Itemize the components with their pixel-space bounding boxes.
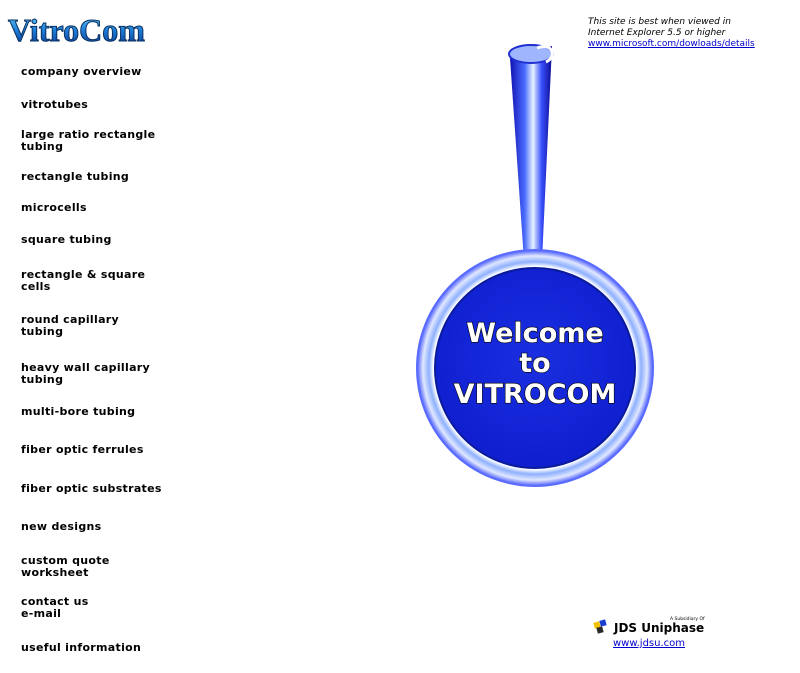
- welcome-line-1: Welcome: [466, 318, 603, 349]
- jdsu-name: JDS Uniphase: [613, 621, 704, 635]
- nav-label: square tubing: [21, 233, 112, 246]
- nav-label-2: tubing: [21, 373, 64, 386]
- notice-line-1: This site is best when viewed in: [588, 17, 731, 27]
- welcome-line-3: VITROCOM: [454, 379, 617, 410]
- jdsu-link[interactable]: www.jdsu.com: [613, 638, 685, 649]
- welcome-graphic: Welcome to VITROCOM: [412, 36, 662, 496]
- nav-rectangle-tubing[interactable]: rectangle tubing: [21, 171, 129, 183]
- nav-label-2: tubing: [21, 140, 64, 153]
- nav-label-2: worksheet: [21, 566, 89, 579]
- logo-text: VitroCom: [8, 12, 145, 48]
- nav-new-designs[interactable]: new designs: [21, 521, 102, 533]
- nav-label: fiber optic substrates: [21, 482, 162, 495]
- jdsu-mark-icon: [593, 619, 607, 634]
- vitrocom-logo[interactable]: VitroCom: [6, 8, 202, 49]
- nav-custom-quote-worksheet[interactable]: custom quote worksheet: [21, 555, 110, 579]
- nav-fiber-optic-ferrules[interactable]: fiber optic ferrules: [21, 444, 144, 456]
- nav-large-ratio-rectangle-tubing[interactable]: large ratio rectangle tubing: [21, 129, 155, 153]
- nav-label: vitrotubes: [21, 98, 89, 111]
- nav-label: new designs: [21, 520, 102, 533]
- nav-multi-bore-tubing[interactable]: multi-bore tubing: [21, 406, 135, 418]
- glass-tube-icon: [510, 46, 552, 261]
- nav-round-capillary-tubing[interactable]: round capillary tubing: [21, 314, 119, 338]
- nav-vitrotubes[interactable]: vitrotubes: [21, 99, 88, 111]
- nav-label: useful information: [21, 641, 142, 654]
- nav-rectangle-square-cells[interactable]: rectangle & square cells: [21, 269, 145, 293]
- nav-useful-information[interactable]: useful information: [21, 642, 141, 654]
- nav-label-2: cells: [21, 280, 51, 293]
- nav-label: fiber optic ferrules: [21, 443, 144, 456]
- welcome-line-2: to: [519, 348, 550, 379]
- nav-contact-us[interactable]: contact us e-mail: [21, 596, 89, 620]
- nav-microcells[interactable]: microcells: [21, 202, 87, 214]
- nav-label: rectangle tubing: [21, 170, 130, 183]
- nav-label-2: tubing: [21, 325, 64, 338]
- nav-label: multi-bore tubing: [21, 405, 136, 418]
- nav-company-overview[interactable]: company overview: [21, 66, 142, 78]
- nav-label-2: e-mail: [21, 607, 62, 620]
- nav-square-tubing[interactable]: square tubing: [21, 234, 112, 246]
- nav-label: microcells: [21, 201, 87, 214]
- nav-fiber-optic-substrates[interactable]: fiber optic substrates: [21, 483, 162, 495]
- nav-label: company overview: [21, 65, 142, 78]
- nav-heavy-wall-capillary-tubing[interactable]: heavy wall capillary tubing: [21, 362, 150, 386]
